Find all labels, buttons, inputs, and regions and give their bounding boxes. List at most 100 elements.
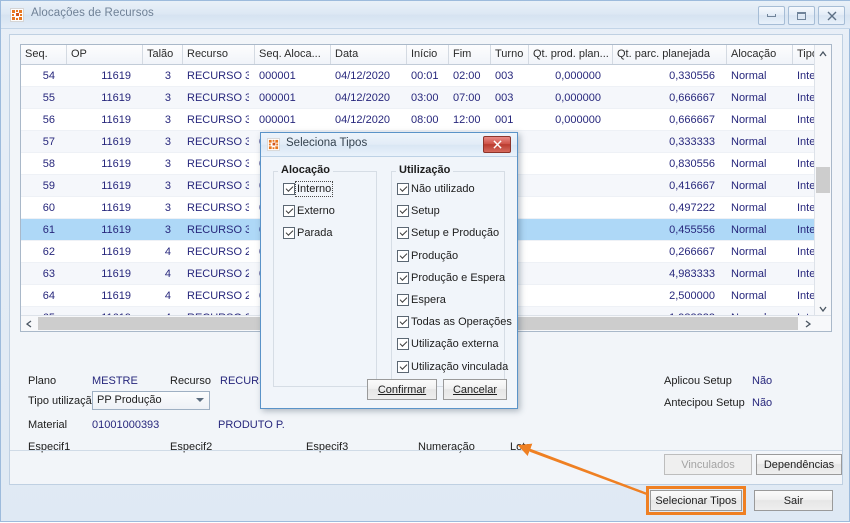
selecionar-tipos-highlight	[646, 486, 746, 515]
dialog-icon	[267, 138, 280, 151]
material-label: Material	[28, 419, 68, 431]
utilizacao-checkbox-label: Utilização externa	[411, 338, 499, 351]
grid-vertical-scroll-thumb[interactable]	[816, 167, 830, 193]
close-button[interactable]	[818, 6, 845, 25]
table-cell: 11619	[101, 158, 131, 170]
cancelar-button[interactable]: Cancelar	[443, 379, 507, 400]
table-cell: 11619	[101, 180, 131, 192]
scroll-up-icon[interactable]	[815, 45, 831, 62]
grid-column-header[interactable]: Alocação	[727, 45, 793, 64]
table-cell: 4	[164, 290, 171, 302]
table-cell: 0,497222	[669, 202, 715, 214]
grid-column-header[interactable]: Qt. parc. planejada	[613, 45, 727, 64]
table-cell: RECURSO 2	[187, 290, 249, 302]
table-cell: 3	[164, 136, 171, 148]
grid-column-header[interactable]: OP	[67, 45, 143, 64]
table-cell	[529, 175, 607, 197]
utilizacao-checkbox-label: Produção e Espera	[411, 271, 506, 284]
checkbox-checked-icon	[397, 249, 409, 262]
tipo-utilizacao-select[interactable]: PP Produção	[92, 391, 210, 410]
grid-column-header[interactable]: Seq. Aloca...	[255, 45, 331, 64]
table-cell: RECURSO 3	[187, 224, 249, 236]
table-cell: 03:00	[411, 92, 439, 104]
grid-header-row: Seq. OP Talão Recurso Seq. Aloca... Data Iníci…	[21, 45, 831, 65]
table-cell: 11619	[101, 70, 131, 82]
especif1-label: Especif1	[28, 441, 71, 453]
close-icon	[819, 7, 844, 24]
table-cell: 4	[164, 246, 171, 258]
tipo-utilizacao-value: PP Produção	[97, 394, 162, 406]
tipo-utilizacao-label: Tipo utilização	[28, 395, 98, 407]
sair-label: Sair	[783, 494, 804, 507]
grid-column-header[interactable]: Recurso	[183, 45, 255, 64]
dialog-title: Seleciona Tipos	[286, 137, 368, 149]
table-cell: 3	[164, 180, 171, 192]
table-cell: 61	[42, 224, 55, 236]
grid-column-header[interactable]: Fim	[449, 45, 491, 64]
grid-column-header[interactable]: Talão	[143, 45, 183, 64]
maximize-button[interactable]	[788, 6, 815, 25]
table-cell	[529, 263, 607, 285]
table-cell: 0,666667	[669, 114, 715, 126]
dialog-title-bar: Seleciona Tipos	[261, 133, 517, 157]
scroll-right-icon[interactable]	[800, 316, 816, 331]
table-row[interactable]: 56 11619 3 RECURSO 3 000001 04/12/2020 08:00 12…	[21, 109, 831, 131]
dialog-close-button[interactable]	[483, 136, 511, 153]
table-cell: 04/12/2020	[335, 92, 391, 104]
utilizacao-checkbox-label: Setup e Produção	[411, 227, 500, 240]
table-cell: 3	[164, 158, 171, 170]
table-row[interactable]: 54 11619 3 RECURSO 3 000001 04/12/2020 00:01 02…	[21, 65, 831, 87]
scroll-left-icon[interactable]	[21, 316, 37, 331]
table-row[interactable]: 55 11619 3 RECURSO 3 000001 04/12/2020 03:00 07…	[21, 87, 831, 109]
grid-column-header[interactable]: Qt. prod. plan...	[529, 45, 613, 64]
lote-label: Lote	[510, 441, 532, 453]
utilizacao-checkbox-label: Utilização vinculada	[411, 360, 509, 373]
numeracao-label: Numeração	[418, 441, 475, 453]
grid-column-header[interactable]: Data	[331, 45, 407, 64]
plano-label: Plano	[28, 375, 57, 387]
utilizacao-checkbox-label: Todas as Operações	[411, 316, 512, 329]
recurso-label: Recurso	[170, 375, 211, 387]
table-cell: 55	[42, 92, 55, 104]
confirmar-button[interactable]: Confirmar	[367, 379, 437, 400]
sair-button[interactable]: Sair	[754, 490, 833, 511]
seleciona-tipos-dialog[interactable]: Seleciona Tipos Alocação Interno Externo P…	[260, 132, 518, 409]
table-cell	[529, 197, 607, 219]
especif3-label: Especif3	[306, 441, 349, 453]
grid-vertical-scrollbar[interactable]	[814, 45, 831, 317]
alocacao-checkbox-label: Interno	[294, 181, 334, 197]
table-cell: 000001	[259, 92, 296, 104]
grid-column-header[interactable]: Seq.	[21, 45, 67, 64]
table-cell: Normal	[731, 268, 767, 280]
table-cell: 4,983333	[669, 268, 715, 280]
vinculados-button[interactable]: Vinculados	[664, 454, 752, 475]
table-cell: 0,266667	[669, 246, 715, 258]
table-cell: Normal	[731, 224, 767, 236]
minimize-button[interactable]	[758, 6, 785, 25]
grid-column-header[interactable]: Início	[407, 45, 449, 64]
checkbox-checked-icon	[397, 294, 409, 306]
material-value: 01001000393	[92, 419, 160, 431]
maximize-icon	[789, 7, 814, 24]
table-cell: Normal	[731, 92, 767, 104]
alocacao-checkbox-label: Parada	[297, 227, 333, 239]
checkbox-checked-icon	[397, 205, 409, 218]
table-cell: 0,000000	[555, 92, 601, 104]
utilizacao-checkbox-label: Espera	[411, 294, 446, 306]
aplicou-setup-value: Não	[752, 375, 773, 387]
antecipou-setup-label: Antecipou Setup	[664, 397, 745, 409]
table-cell: 00:01	[411, 70, 439, 82]
grid-column-header[interactable]: Turno	[491, 45, 529, 64]
antecipou-setup-value: Não	[752, 397, 773, 409]
table-cell: RECURSO 3	[187, 180, 249, 192]
table-cell	[529, 285, 607, 307]
table-cell: 11619	[101, 114, 131, 126]
table-cell: 12:00	[453, 114, 481, 126]
utilizacao-checkbox-label: Produção	[411, 249, 459, 262]
table-cell: 4	[164, 268, 171, 280]
especif2-label: Especif2	[170, 441, 213, 453]
table-cell: Normal	[731, 290, 767, 302]
table-cell: 58	[42, 158, 55, 170]
dependencias-button[interactable]: Dependências	[756, 454, 842, 475]
table-cell: 3	[164, 224, 171, 236]
